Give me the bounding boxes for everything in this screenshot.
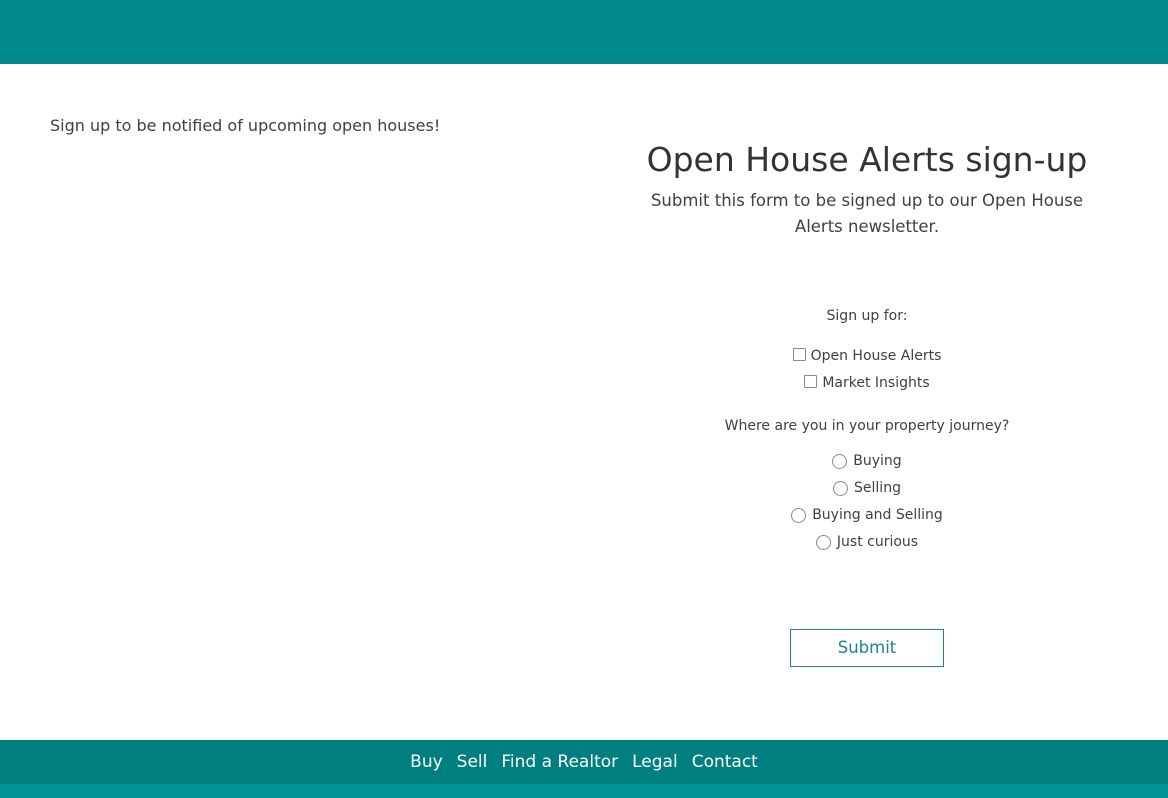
radio-button[interactable] [832,453,848,469]
footer-link-find-a-realtor[interactable]: Find a Realtor [501,752,618,772]
footer: Buy Sell Find a Realtor Legal Contact [0,740,1168,798]
footer-link-sell[interactable]: Sell [457,752,488,772]
footer-nav: Buy Sell Find a Realtor Legal Contact [0,740,1168,784]
signup-form: Open House Alerts sign-up Submit this fo… [610,130,1124,667]
form-subtitle: Submit this form to be signed up to our … [650,191,1084,236]
checkbox-box[interactable] [804,374,818,388]
submit-button[interactable]: Submit [790,629,944,667]
radio-label: Buying and Selling [812,507,943,523]
radio-just-curious[interactable]: Just curious [610,532,1124,552]
radio-button[interactable] [833,480,849,496]
footer-link-buy[interactable]: Buy [410,752,443,772]
signup-for-label: Sign up for: [826,308,908,324]
radio-selling[interactable]: Selling [610,478,1124,498]
radio-button[interactable] [791,507,807,523]
checkbox-open-house-alerts[interactable]: Open House Alerts [610,346,1124,366]
checkbox-market-insights[interactable]: Market Insights [610,373,1124,393]
radio-buying-and-selling[interactable]: Buying and Selling [610,505,1124,525]
radio-label: Buying [853,453,902,469]
radio-button[interactable] [815,534,831,550]
radio-label: Selling [854,480,901,496]
radio-buying[interactable]: Buying [610,451,1124,471]
form-title: Open House Alerts sign-up [646,140,1088,179]
checkbox-label: Market Insights [822,375,930,391]
intro-text: Sign up to be notified of upcoming open … [50,116,441,135]
footer-link-legal[interactable]: Legal [632,752,678,772]
journey-question-label: Where are you in your property journey? [724,418,1010,434]
checkbox-label: Open House Alerts [810,348,942,364]
radio-label: Just curious [836,534,919,550]
footer-link-contact[interactable]: Contact [692,752,758,772]
footer-strip [0,784,1168,798]
header-bar [0,0,1168,64]
checkbox-box[interactable] [792,347,806,361]
